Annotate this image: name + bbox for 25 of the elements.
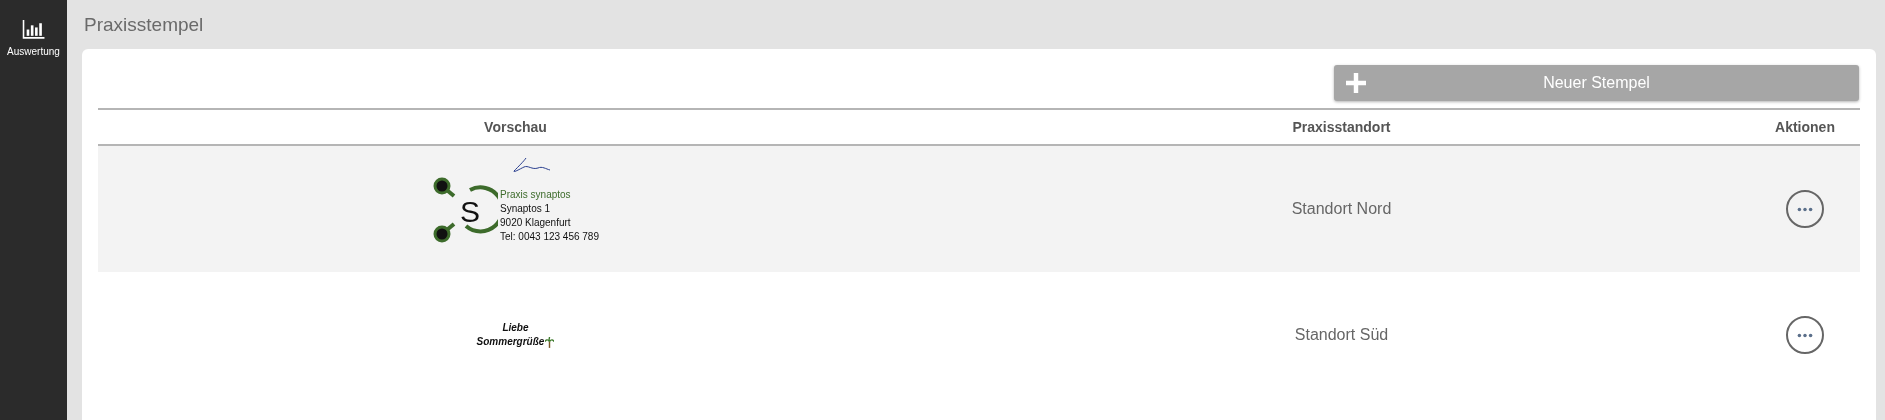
more-actions-button[interactable] [1786, 190, 1824, 228]
column-header: Praxisstandort [1291, 119, 1392, 135]
table-row[interactable]: Liebe Sommergrüße Standort Süd [98, 272, 1860, 398]
more-icon [1797, 332, 1813, 338]
page-title: Praxisstempel [84, 14, 205, 36]
signature-drawing [512, 157, 552, 173]
bar-chart-icon [20, 18, 47, 40]
column-header: Aktionen [1774, 119, 1836, 135]
logo-letter: S [460, 195, 480, 229]
palm-tree-icon [545, 336, 555, 348]
more-icon [1797, 206, 1813, 212]
plus-icon [1346, 73, 1366, 93]
stamp-text: Sommergrüße [476, 335, 545, 349]
table-row[interactable]: S Praxis synaptos Synaptos 1 9020 Klagenfurt Tel: 0043 123 456 789 Standort Nord [98, 146, 1860, 272]
stamp-text: Tel: 0043 123 456 789 [500, 230, 599, 244]
column-header: Vorschau [483, 119, 548, 135]
stamp-text: Liebe [502, 321, 529, 335]
stamp-text: Synaptos 1 [500, 202, 551, 216]
location-text: Standort Nord [1291, 200, 1392, 218]
sidebar-item[interactable]: Auswertung [5, 14, 62, 61]
stamp-text: 9020 Klagenfurt [500, 216, 571, 230]
more-actions-button[interactable] [1786, 316, 1824, 354]
stamp-text: Praxis synaptos [500, 188, 571, 202]
location-text: Standort Süd [1294, 326, 1389, 344]
molecule-logo-icon [432, 176, 498, 244]
